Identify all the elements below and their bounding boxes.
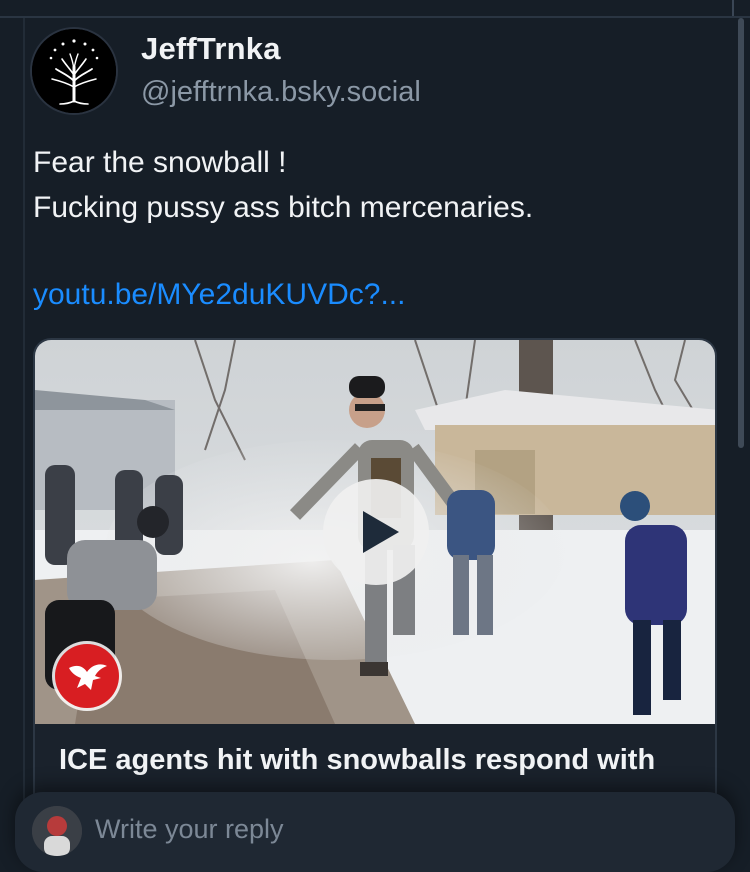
reply-composer[interactable]: Write your reply [15, 792, 735, 872]
source-logo [55, 644, 119, 708]
eagle-logo-icon [69, 664, 107, 690]
video-thumbnail[interactable] [35, 340, 715, 724]
link-embed-card[interactable]: ICE agents hit with snowballs respond wi… [33, 338, 717, 858]
author-avatar[interactable] [32, 29, 116, 113]
top-divider [0, 16, 750, 18]
author-handle[interactable]: @jefftrnka.bsky.social [141, 76, 421, 109]
play-icon [363, 511, 399, 553]
white-tree-icon [32, 29, 116, 113]
post-text-line: Fear the snowball ! [33, 146, 287, 179]
thread-gutter-line [23, 18, 25, 833]
scrollbar[interactable] [738, 18, 744, 448]
post-text-line: Fucking pussy ass bitch mercenaries. [33, 191, 534, 224]
current-user-avatar [32, 806, 82, 856]
post-link[interactable]: youtu.be/MYe2duKUVDc?... [33, 272, 405, 317]
author-display-name[interactable]: JeffTrnka [141, 31, 281, 67]
play-button[interactable] [323, 479, 429, 585]
post-text: Fear the snowball ! Fucking pussy ass bi… [33, 140, 723, 230]
top-divider-mark [732, 0, 734, 16]
reply-input-placeholder[interactable]: Write your reply [95, 814, 284, 845]
embed-title[interactable]: ICE agents hit with snowballs respond wi… [59, 740, 699, 780]
